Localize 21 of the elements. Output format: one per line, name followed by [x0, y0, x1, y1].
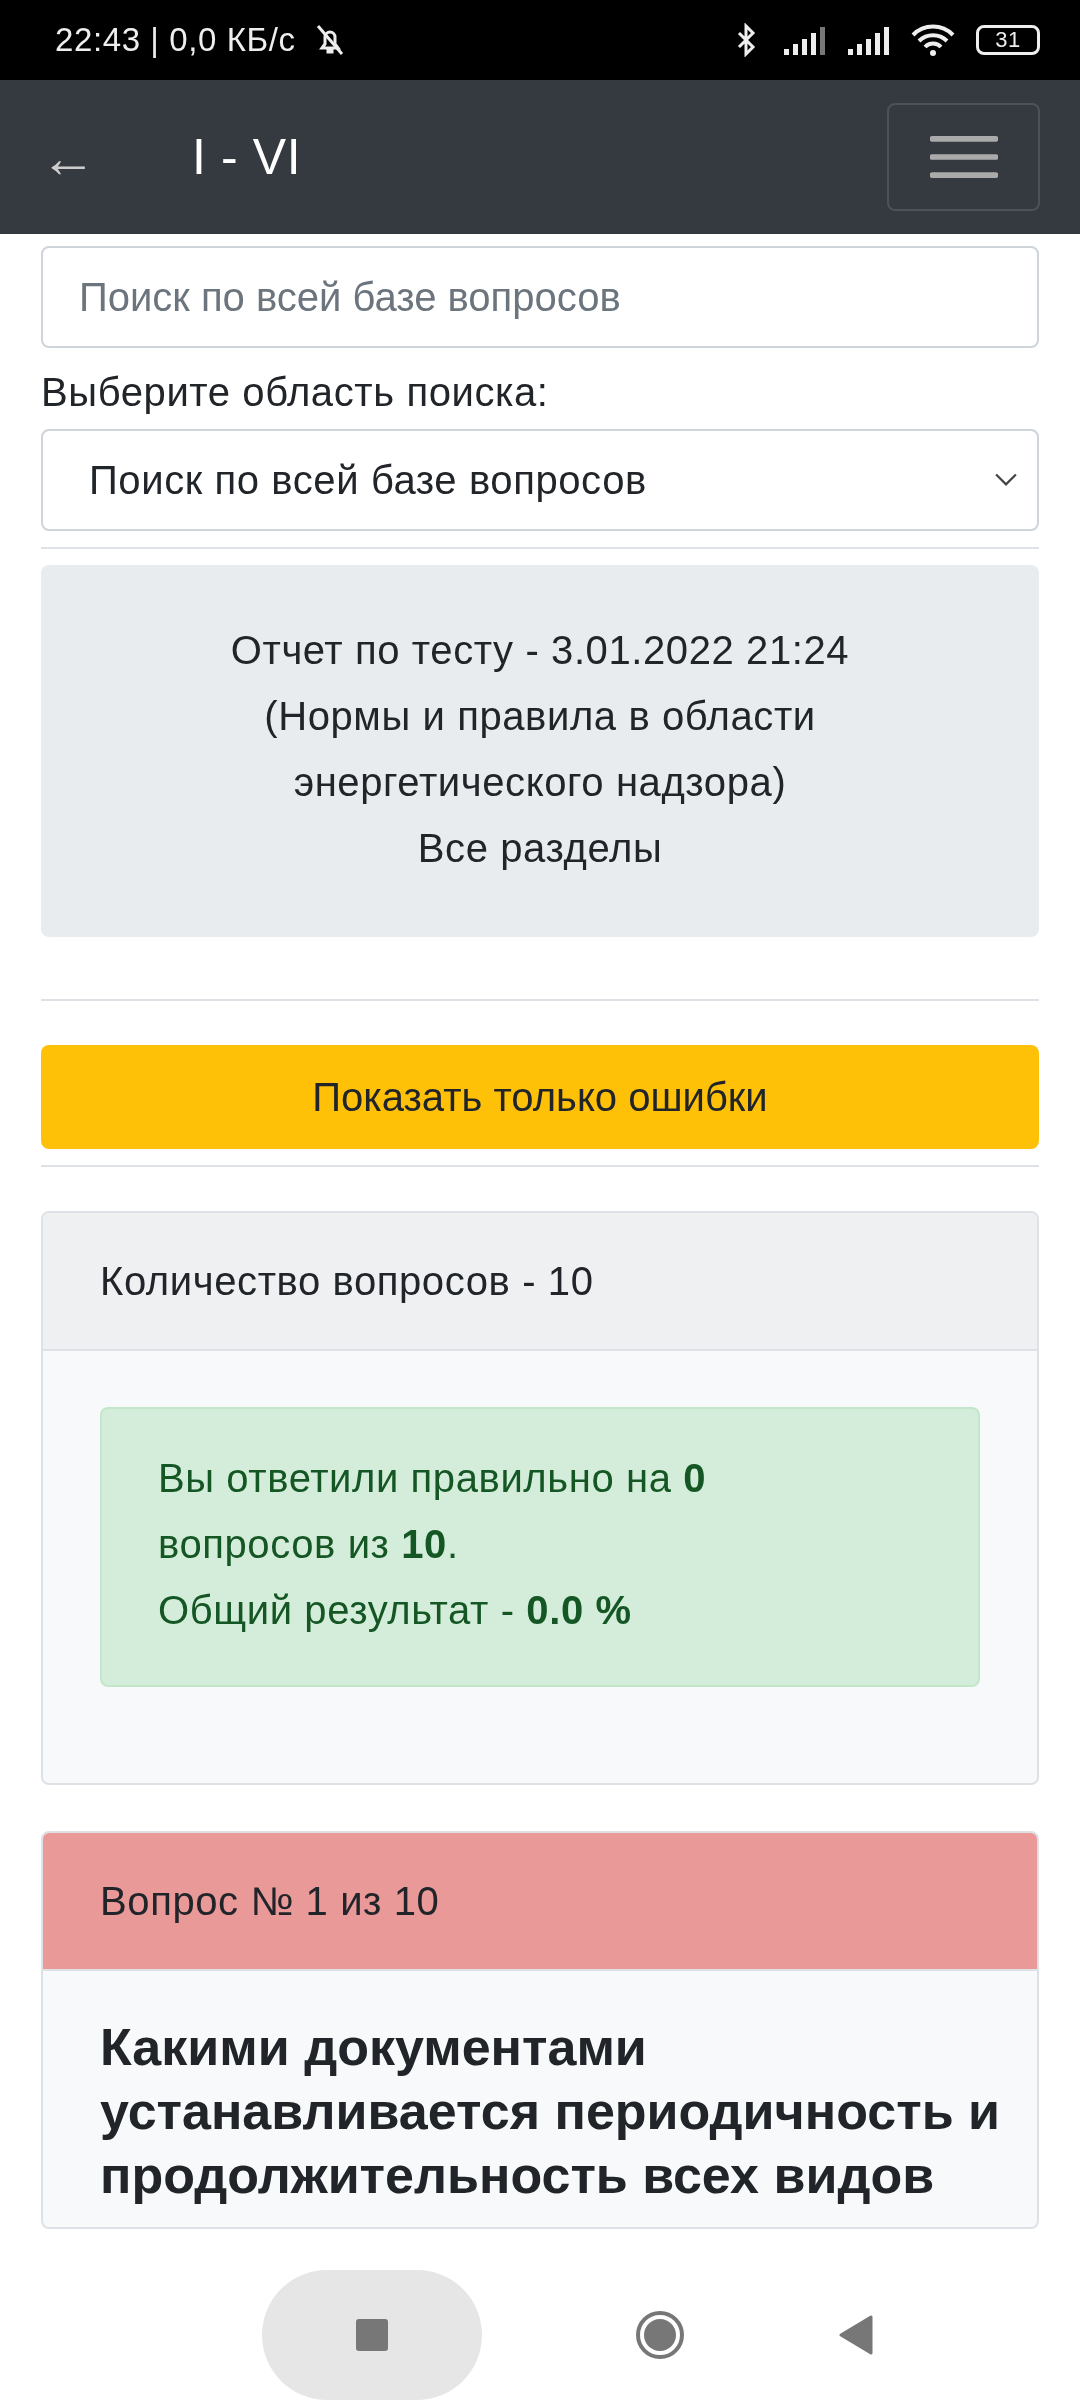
page-title: I - VI	[192, 128, 302, 186]
status-time: 22:43 | 0,0 КБ/с	[55, 21, 296, 59]
back-button[interactable]: ←	[40, 124, 150, 190]
question-text: Какими документами устанавливается периодичность и продолжительность всех видов	[100, 2017, 1002, 2206]
field-label: Выберите область поиска:	[41, 370, 549, 415]
back-triangle-icon[interactable]	[839, 2315, 874, 2355]
search-scope-dropdown[interactable]: Поиск по всей базе вопросов	[41, 429, 1039, 531]
show-errors-button[interactable]: Показать только ошибки	[41, 1045, 1039, 1149]
menu-icon	[929, 133, 998, 181]
home-button[interactable]	[635, 2310, 686, 2360]
question-number: Вопрос № 1 из 10	[100, 1878, 440, 1924]
report-card: Отчет по тесту - 3.01.2022 21:24 (Нормы и правила в области энергетического надзора) Все разделы	[41, 565, 1039, 937]
square-icon	[354, 2318, 389, 2352]
bluetooth-icon	[736, 23, 756, 57]
wifi-icon	[910, 23, 956, 57]
result-alert: Вы ответили правильно на 0 вопросов из 10. Общий результат - 0.0 %	[100, 1407, 980, 1687]
search-field[interactable]: Поиск по всей базе вопросов	[41, 246, 1039, 348]
battery-icon: 31	[976, 25, 1040, 55]
chevron-down-icon	[995, 473, 1017, 487]
menu-button[interactable]	[887, 103, 1040, 211]
question-count: Количество вопросов - 10	[100, 1258, 594, 1304]
